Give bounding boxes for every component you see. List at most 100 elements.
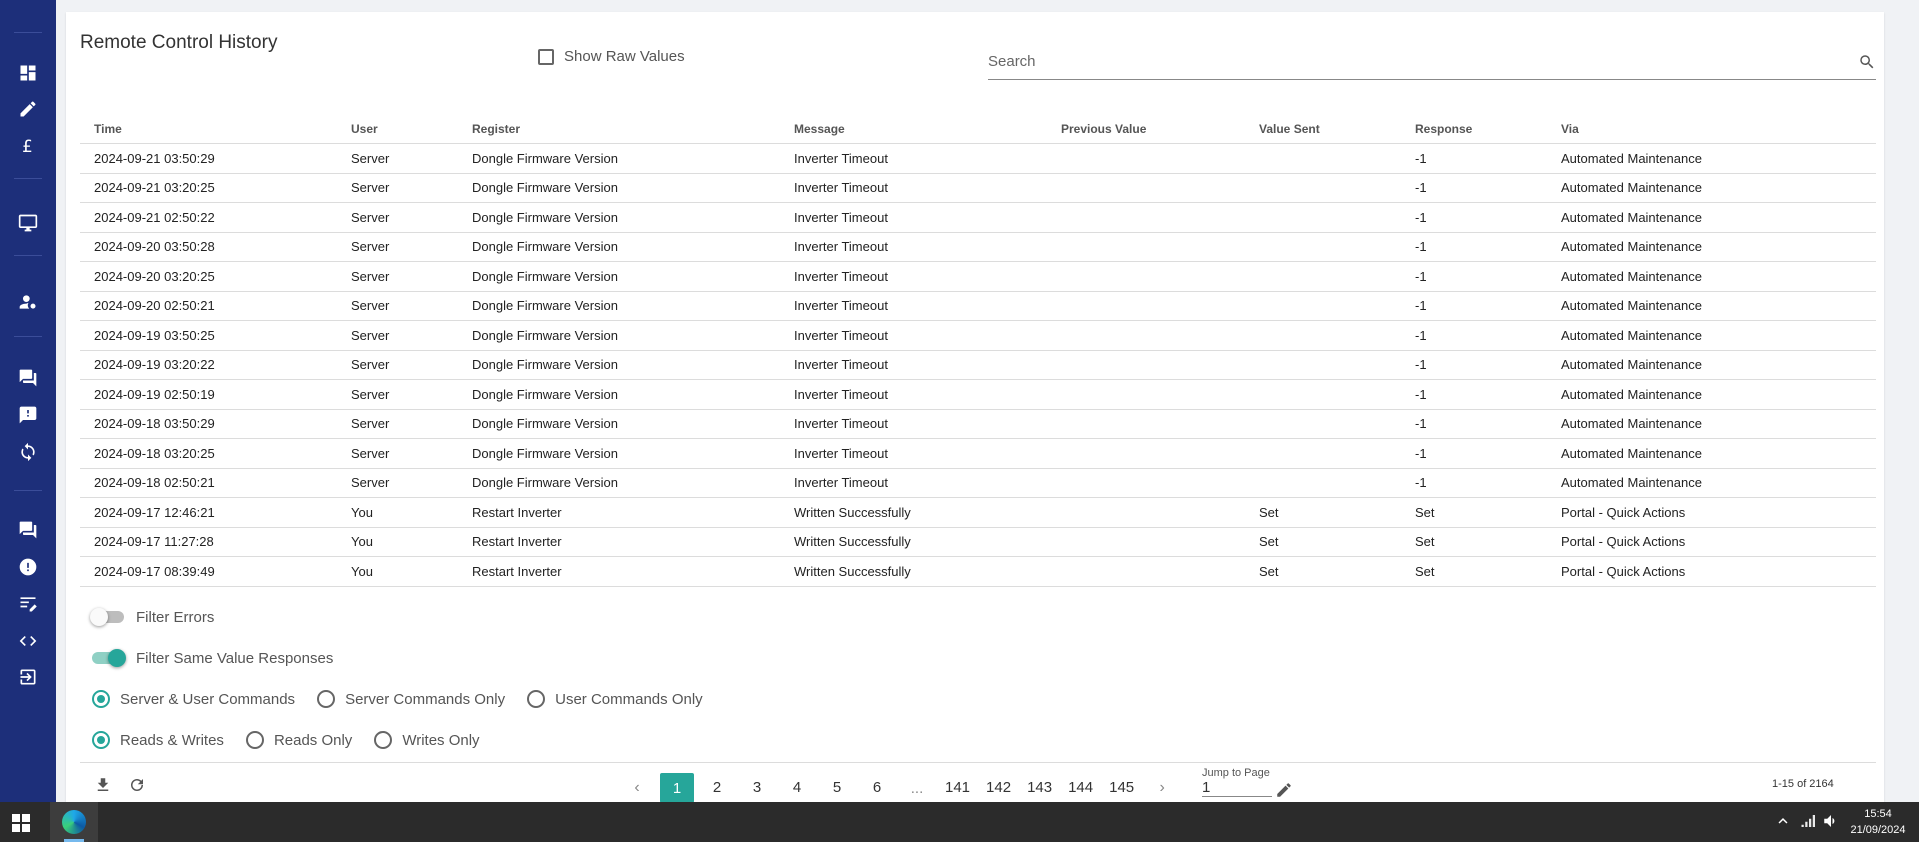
search-field[interactable] xyxy=(988,46,1876,80)
alert-icon[interactable] xyxy=(17,556,39,578)
prev-page-button[interactable]: ‹ xyxy=(620,773,654,803)
footer-divider xyxy=(80,762,1876,763)
table-cell: 2024-09-18 02:50:21 xyxy=(94,475,215,491)
table-row[interactable]: 2024-09-19 03:20:22 Server Dongle Firmware… xyxy=(80,351,1876,380)
dashboard-icon[interactable] xyxy=(17,62,39,84)
radio-option[interactable]: Server Commands Only xyxy=(317,690,505,708)
page-button[interactable]: 2 xyxy=(700,773,734,803)
filter-same-value-toggle[interactable]: Filter Same Value Responses xyxy=(90,649,333,667)
table-header: Time User Register Message Previous Value Val… xyxy=(80,114,1876,144)
radio-button[interactable] xyxy=(527,690,546,708)
edge-icon xyxy=(62,810,86,834)
toggle-switch[interactable] xyxy=(90,608,126,626)
chevron-up-icon[interactable] xyxy=(1774,812,1792,830)
table-cell: 2024-09-20 03:50:28 xyxy=(94,239,215,255)
radio-option[interactable]: User Commands Only xyxy=(527,690,703,708)
help-chat-icon[interactable] xyxy=(17,519,39,541)
code-icon[interactable] xyxy=(17,630,39,652)
table-row[interactable]: 2024-09-21 02:50:22 Server Dongle Firmware… xyxy=(80,203,1876,233)
search-input[interactable] xyxy=(988,46,1838,76)
radio-button[interactable] xyxy=(374,731,393,749)
sidebar-divider xyxy=(14,32,42,33)
radio-button[interactable] xyxy=(317,690,336,708)
system-clock[interactable]: 15:54 21/09/2024 xyxy=(1844,806,1912,838)
user-settings-icon[interactable] xyxy=(17,291,39,313)
page-button[interactable]: 1 xyxy=(660,773,694,803)
table-row[interactable]: 2024-09-19 03:50:25 Server Dongle Firmware… xyxy=(80,321,1876,351)
next-page-button[interactable]: › xyxy=(1145,773,1180,803)
table-cell: Automated Maintenance xyxy=(1561,209,1702,225)
column-header[interactable]: Via xyxy=(1561,122,1876,136)
checkbox-box[interactable] xyxy=(538,48,554,65)
search-icon[interactable] xyxy=(1858,53,1876,71)
page-button[interactable]: 144 xyxy=(1063,773,1099,803)
radio-button[interactable] xyxy=(245,731,264,749)
table-row[interactable]: 2024-09-20 03:50:28 Server Dongle Firmware… xyxy=(80,233,1876,262)
table-row[interactable]: 2024-09-19 02:50:19 Server Dongle Firmware… xyxy=(80,380,1876,410)
svg-text:£: £ xyxy=(22,137,33,156)
table-row[interactable]: 2024-09-18 03:50:29 Server Dongle Firmware… xyxy=(80,410,1876,439)
page-button[interactable]: 141 xyxy=(940,773,976,803)
radio-button[interactable] xyxy=(92,690,110,708)
radio-option[interactable]: Writes Only xyxy=(374,731,480,749)
filter-errors-label: Filter Errors xyxy=(136,608,215,626)
sync-icon[interactable] xyxy=(17,441,39,463)
radio-button[interactable] xyxy=(92,731,110,749)
table-cell: Restart Inverter xyxy=(472,534,562,550)
toggle-switch[interactable] xyxy=(90,649,126,667)
table-row[interactable]: 2024-09-18 03:20:25 Server Dongle Firmware… xyxy=(80,439,1876,469)
table-row[interactable]: 2024-09-17 08:39:49 You Restart Inverter Wr… xyxy=(80,557,1876,587)
pound-icon[interactable]: £ xyxy=(17,135,39,157)
column-header[interactable]: Response xyxy=(1415,122,1561,136)
windows-start-icon[interactable] xyxy=(12,814,30,832)
table-row[interactable]: 2024-09-21 03:50:29 Server Dongle Firmware… xyxy=(80,144,1876,174)
monitor-icon[interactable] xyxy=(17,212,39,234)
column-header[interactable]: Message xyxy=(794,122,1061,136)
list-edit-icon[interactable] xyxy=(17,593,39,615)
refresh-icon[interactable] xyxy=(128,776,146,794)
pencil-icon[interactable] xyxy=(1275,781,1293,799)
table-cell: Server xyxy=(351,445,390,461)
table-row[interactable]: 2024-09-20 02:50:21 Server Dongle Firmware… xyxy=(80,292,1876,321)
table-cell: Automated Maintenance xyxy=(1561,386,1702,402)
column-header[interactable]: User xyxy=(351,122,472,136)
table-row[interactable]: 2024-09-17 11:27:28 You Restart Inverter Wr… xyxy=(80,528,1876,557)
column-header[interactable]: Previous Value xyxy=(1061,122,1259,136)
column-header[interactable]: Value Sent xyxy=(1259,122,1415,136)
table-cell: Automated Maintenance xyxy=(1561,268,1702,284)
radio-option[interactable]: Server & User Commands xyxy=(92,690,295,708)
table-row[interactable]: 2024-09-20 03:20:25 Server Dongle Firmware… xyxy=(80,262,1876,292)
table-cell: Inverter Timeout xyxy=(794,445,888,461)
radio-option[interactable]: Reads & Writes xyxy=(92,731,224,749)
filter-errors-toggle[interactable]: Filter Errors xyxy=(90,608,214,626)
table-cell: -1 xyxy=(1415,327,1427,343)
edge-browser-button[interactable] xyxy=(50,802,98,842)
table-cell: Restart Inverter xyxy=(472,563,562,579)
logout-icon[interactable] xyxy=(17,666,39,688)
chat-icon[interactable] xyxy=(17,367,39,389)
jump-to-page-input[interactable] xyxy=(1202,779,1272,797)
page-button[interactable]: 5 xyxy=(820,773,854,803)
download-icon[interactable] xyxy=(94,776,112,794)
table-cell: Server xyxy=(351,298,390,314)
radio-option[interactable]: Reads Only xyxy=(245,731,352,749)
column-header[interactable]: Register xyxy=(472,122,794,136)
table-row[interactable]: 2024-09-17 12:46:21 You Restart Inverter Wr… xyxy=(80,498,1876,528)
page-button[interactable]: 3 xyxy=(740,773,774,803)
page-button[interactable]: 6 xyxy=(860,773,894,803)
network-icon[interactable] xyxy=(1800,812,1818,830)
page-button[interactable]: 145 xyxy=(1104,773,1140,803)
volume-icon[interactable] xyxy=(1822,812,1840,830)
show-raw-values-label: Show Raw Values xyxy=(564,48,685,65)
table-row[interactable]: 2024-09-18 02:50:21 Server Dongle Firmware… xyxy=(80,469,1876,498)
column-header[interactable]: Time xyxy=(80,122,351,136)
feedback-icon[interactable] xyxy=(17,404,39,426)
page-button[interactable]: 4 xyxy=(780,773,814,803)
table-row[interactable]: 2024-09-21 03:20:25 Server Dongle Firmware… xyxy=(80,174,1876,203)
edit-icon[interactable] xyxy=(17,98,39,120)
clock-time: 15:54 xyxy=(1864,808,1892,820)
show-raw-values-checkbox[interactable]: Show Raw Values xyxy=(538,48,685,65)
page-button[interactable]: 143 xyxy=(1022,773,1058,803)
page-button[interactable]: 142 xyxy=(981,773,1017,803)
table-cell: Automated Maintenance xyxy=(1561,239,1702,255)
